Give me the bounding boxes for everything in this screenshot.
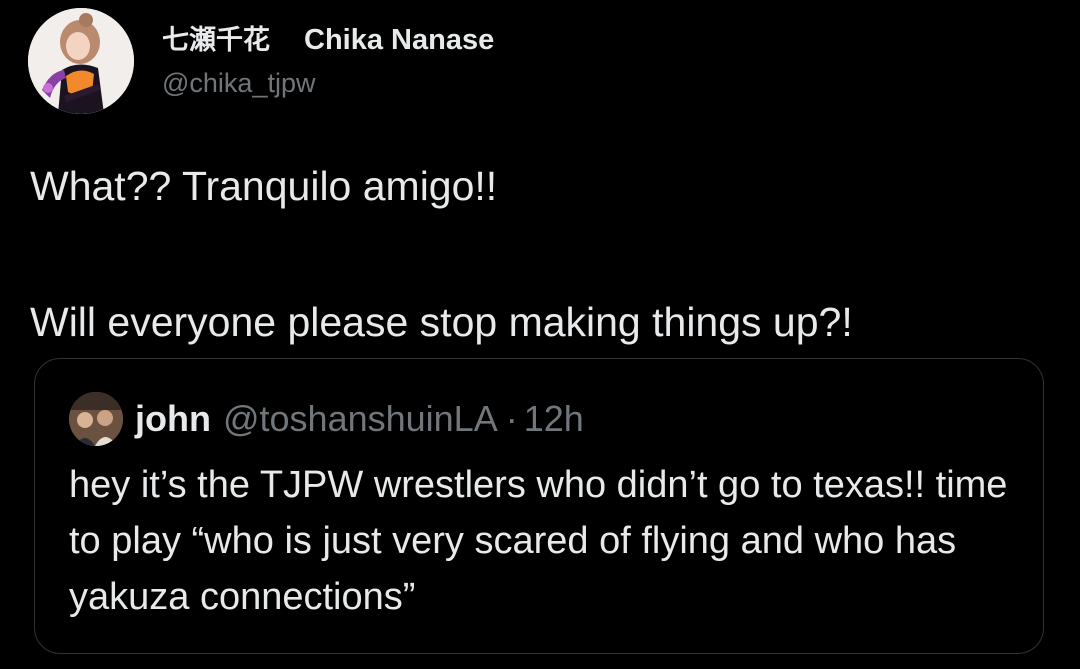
quoted-tweet-header: john @toshanshuinLA · 12h — [69, 391, 584, 447]
quoted-author-avatar[interactable] — [69, 392, 123, 446]
quoted-separator: · — [505, 398, 518, 439]
quoted-author-handle[interactable]: @toshanshuinLA — [223, 398, 498, 440]
tweet[interactable]: 七瀬千花 Chika Nanase @chika_tjpw What?? Tra… — [0, 0, 1080, 669]
quoted-tweet-card[interactable]: john @toshanshuinLA · 12h hey it’s the T… — [34, 358, 1044, 654]
tweet-text: What?? Tranquilo amigo!! Will everyone p… — [30, 163, 853, 345]
quoted-author-name[interactable]: john — [135, 398, 211, 440]
author-avatar[interactable] — [28, 8, 134, 114]
profile-avatar-icon — [69, 392, 123, 446]
author-display-name-jp[interactable]: 七瀬千花 — [162, 18, 270, 57]
quoted-timestamp[interactable]: 12h — [524, 398, 584, 440]
author-info: 七瀬千花 Chika Nanase @chika_tjpw — [162, 18, 494, 99]
author-name-row: 七瀬千花 Chika Nanase — [162, 18, 494, 56]
quoted-tweet-text: hey it’s the TJPW wrestlers who didn’t g… — [69, 464, 1008, 618]
profile-avatar-icon — [28, 8, 134, 114]
author-display-name-en[interactable]: Chika Nanase — [304, 24, 494, 57]
author-handle[interactable]: @chika_tjpw — [162, 68, 494, 99]
